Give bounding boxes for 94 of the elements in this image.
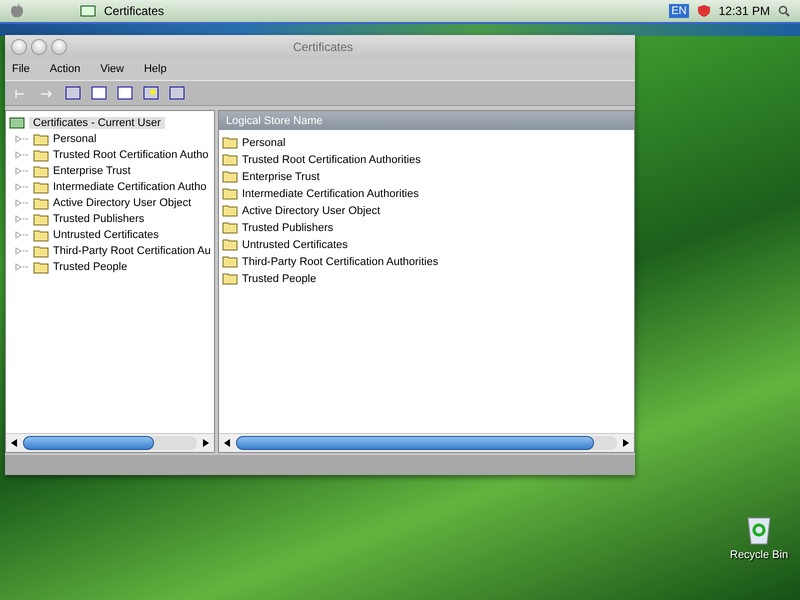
tree-label: Untrusted Certificates (53, 229, 159, 241)
certificate-icon (9, 116, 25, 130)
expand-icon[interactable] (15, 215, 29, 223)
tree-label: Personal (53, 133, 96, 145)
expand-icon[interactable] (15, 167, 29, 175)
item-label: Active Directory User Object (242, 204, 380, 216)
pane-icon[interactable] (65, 86, 81, 100)
export-icon[interactable] (117, 86, 133, 100)
folder-icon (222, 221, 238, 234)
list-item[interactable]: Active Directory User Object (222, 202, 634, 219)
folder-icon (222, 136, 238, 149)
refresh-icon[interactable] (91, 86, 107, 100)
expand-icon[interactable] (15, 263, 29, 271)
right-arrow-icon[interactable] (201, 438, 211, 448)
list-item[interactable]: Third-Party Root Certification Authorities (222, 253, 634, 270)
folder-icon (33, 164, 49, 178)
apple-logo-icon[interactable] (10, 3, 24, 19)
folder-icon (222, 170, 238, 183)
language-indicator[interactable]: EN (669, 4, 689, 18)
minimize-button[interactable] (31, 38, 47, 54)
shield-icon[interactable] (696, 4, 711, 18)
tree-item[interactable]: Trusted Root Certification Autho (9, 147, 214, 163)
clock: 12:31 PM (718, 4, 770, 18)
folder-icon (222, 238, 238, 251)
zoom-button[interactable] (51, 38, 67, 54)
folder-icon (222, 187, 238, 200)
tree-item[interactable]: Intermediate Certification Autho (9, 179, 214, 195)
list-item[interactable]: Trusted Root Certification Authorities (222, 151, 634, 168)
folder-icon (222, 153, 238, 166)
list-item[interactable]: Intermediate Certification Authorities (222, 185, 634, 202)
folder-icon (222, 204, 238, 217)
expand-icon[interactable] (15, 151, 29, 159)
item-label: Intermediate Certification Authorities (242, 188, 419, 200)
tree-item[interactable]: Trusted People (9, 259, 214, 275)
expand-icon[interactable] (15, 135, 29, 143)
tree-item[interactable]: Certificates - Current User (9, 115, 214, 131)
folder-icon (222, 272, 238, 285)
menu-item[interactable]: Help (144, 63, 167, 75)
folder-icon (33, 228, 49, 242)
folder-icon (33, 260, 49, 274)
tree-label: Trusted Publishers (53, 213, 144, 225)
item-label: Untrusted Certificates (242, 238, 348, 250)
scrollbar[interactable] (219, 433, 634, 452)
item-label: Enterprise Trust (242, 170, 320, 182)
item-label: Trusted Publishers (242, 222, 334, 234)
folder-icon (33, 244, 49, 258)
list-item[interactable]: Trusted People (222, 270, 634, 287)
tree-label: Trusted Root Certification Autho (53, 149, 209, 161)
folder-icon (33, 196, 49, 210)
tree-item[interactable]: Enterprise Trust (9, 163, 214, 179)
list-item[interactable]: Personal (222, 134, 634, 151)
search-icon[interactable] (778, 5, 790, 17)
tree-item[interactable]: Personal (9, 131, 214, 147)
menu-item[interactable]: View (100, 63, 124, 75)
tree-item[interactable]: Untrusted Certificates (9, 227, 214, 243)
desktop-icon[interactable]: Recycle Bin (730, 515, 788, 561)
pane-icon[interactable] (169, 86, 185, 100)
item-label: Trusted People (242, 272, 316, 284)
help-icon[interactable] (143, 86, 159, 100)
list-item[interactable]: Untrusted Certificates (222, 236, 634, 253)
folder-icon (222, 255, 238, 268)
tree-item[interactable]: Third-Party Root Certification Au (9, 243, 214, 259)
item-label: Personal (242, 136, 286, 148)
expand-icon[interactable] (15, 199, 29, 207)
right-arrow-icon[interactable] (621, 438, 631, 448)
tree-label: Certificates - Current User (29, 117, 165, 129)
folder-icon (33, 180, 49, 194)
folder-icon (33, 212, 49, 226)
scrollbar[interactable] (6, 433, 214, 452)
certificate-icon (80, 5, 96, 17)
recycle-bin-icon (745, 515, 774, 545)
menu-item[interactable]: File (12, 63, 30, 75)
tree-label: Intermediate Certification Autho (53, 181, 206, 193)
close-button[interactable] (11, 38, 27, 54)
left-arrow-icon[interactable] (222, 438, 232, 448)
tree-label: Active Directory User Object (53, 197, 192, 209)
tree-item[interactable]: Active Directory User Object (9, 195, 214, 211)
folder-icon (33, 148, 49, 162)
list-item[interactable]: Enterprise Trust (222, 168, 634, 185)
expand-icon[interactable] (15, 183, 29, 191)
item-label: Third-Party Root Certification Authorities (242, 256, 438, 268)
expand-icon[interactable] (15, 231, 29, 239)
window-title: Certificates (292, 40, 354, 54)
list-item[interactable]: Trusted Publishers (222, 219, 634, 236)
tree-label: Trusted People (53, 261, 128, 273)
left-arrow-icon[interactable] (9, 438, 19, 448)
tree-item[interactable]: Trusted Publishers (9, 211, 214, 227)
tree-label: Enterprise Trust (53, 165, 131, 177)
item-label: Trusted Root Certification Authorities (242, 154, 421, 166)
menu-item[interactable]: Action (50, 63, 80, 75)
expand-icon[interactable] (15, 247, 29, 255)
tree-label: Third-Party Root Certification Au (53, 245, 211, 257)
app-title: Certificates (104, 4, 164, 18)
folder-icon (33, 132, 49, 146)
